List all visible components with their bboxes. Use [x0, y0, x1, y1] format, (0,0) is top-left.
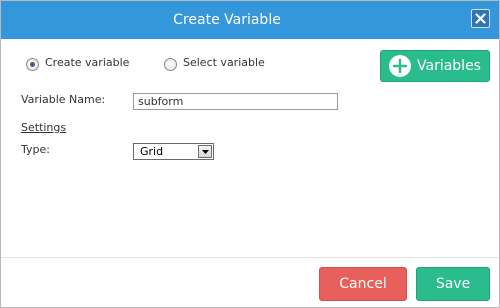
create-variable-dialog: Create Variable Create variable Select v…: [0, 0, 500, 308]
create-variable-radio[interactable]: [26, 58, 39, 71]
dialog-title: Create Variable: [173, 12, 281, 28]
close-button[interactable]: [471, 9, 490, 28]
footer-divider: [1, 257, 499, 258]
variables-button-label: Variables: [417, 58, 481, 74]
dialog-titlebar: Create Variable: [1, 1, 499, 39]
select-variable-radio[interactable]: [164, 58, 177, 71]
radio-selected-dot: [30, 62, 35, 67]
variable-name-label: Variable Name:: [21, 93, 106, 106]
settings-heading: Settings: [21, 121, 67, 134]
select-variable-label[interactable]: Select variable: [183, 56, 265, 69]
close-icon: [475, 13, 486, 24]
variables-button[interactable]: Variables: [380, 50, 490, 82]
save-button[interactable]: Save: [416, 267, 490, 301]
cancel-button[interactable]: Cancel: [319, 267, 407, 301]
type-select[interactable]: Grid: [133, 143, 214, 160]
variable-name-input[interactable]: [133, 93, 338, 110]
type-label: Type:: [21, 143, 50, 156]
dropdown-arrow-icon[interactable]: [198, 145, 212, 158]
create-variable-label[interactable]: Create variable: [45, 56, 129, 69]
plus-circle-icon: [389, 55, 411, 77]
type-select-value: Grid: [140, 145, 164, 158]
